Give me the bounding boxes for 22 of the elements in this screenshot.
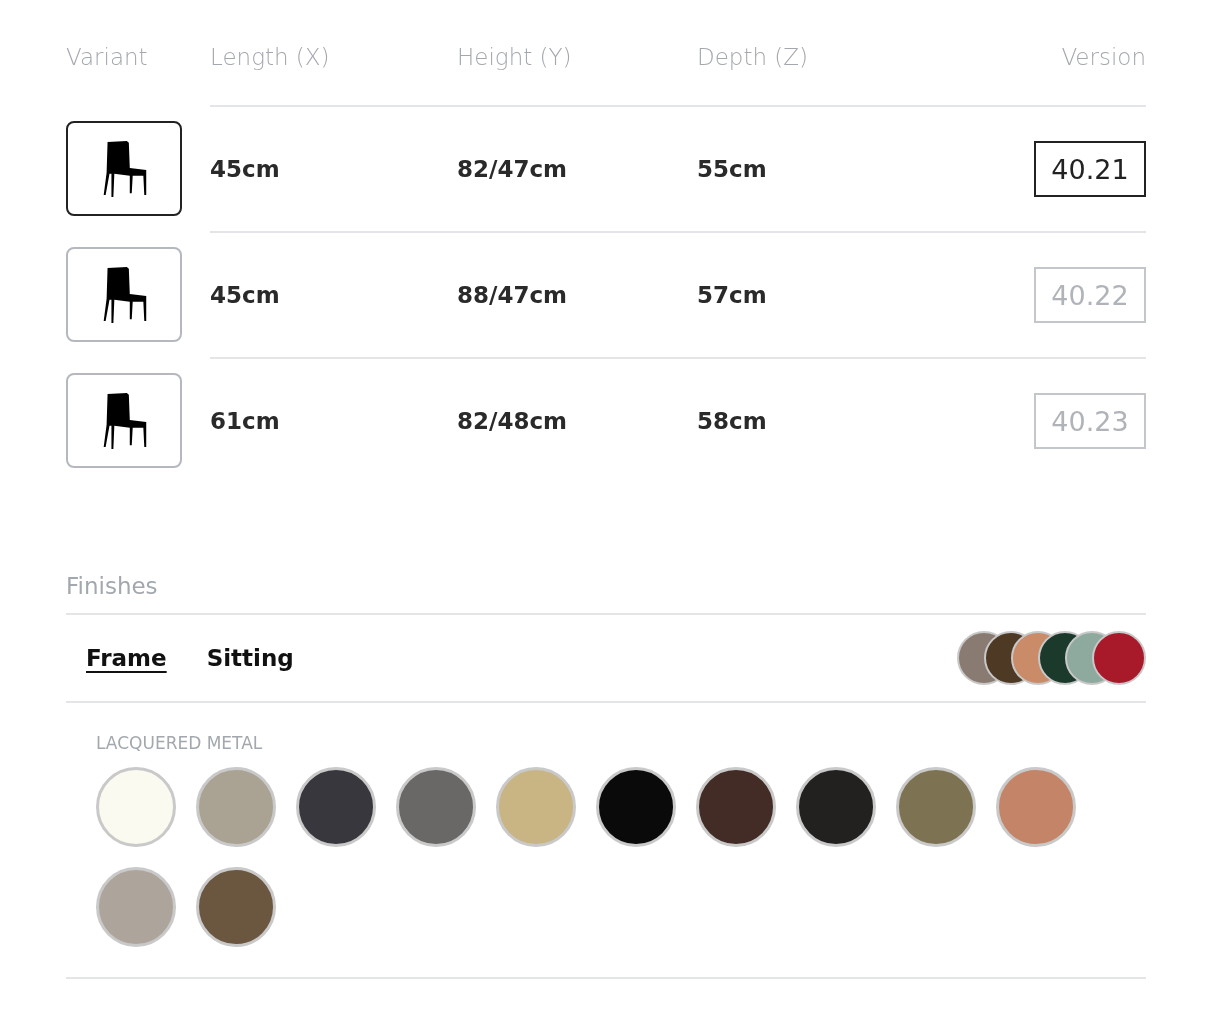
table-cell-text: 58cm xyxy=(697,408,768,434)
variant-button[interactable] xyxy=(66,246,182,342)
variant-button[interactable] xyxy=(66,372,182,468)
column-header: Length (X) xyxy=(210,44,331,70)
table-cell-text: 61cm xyxy=(210,408,281,434)
table-cell-text: 45cm xyxy=(210,282,281,308)
version-button[interactable]: 40.21 xyxy=(1034,141,1146,197)
variant-button[interactable] xyxy=(66,120,182,216)
table-cell-text: 88/47cm xyxy=(457,282,568,308)
table-cell-text: 57cm xyxy=(697,282,768,308)
column-header: Height (Y) xyxy=(457,44,573,70)
column-header: Depth (Z) xyxy=(697,44,810,70)
tab[interactable]: Frame xyxy=(86,645,167,671)
table-cell-text: 82/47cm xyxy=(457,156,568,182)
group-title: LACQUERED METAL xyxy=(96,733,264,753)
table-cell-text: 82/48cm xyxy=(457,408,568,434)
table-cell-text: 55cm xyxy=(697,156,768,182)
table-cell-text: 45cm xyxy=(210,156,281,182)
column-header: Version xyxy=(1061,44,1146,70)
tab[interactable]: Sitting xyxy=(206,645,294,671)
section-title: Finishes xyxy=(66,573,1146,615)
column-header: Variant xyxy=(66,44,149,70)
